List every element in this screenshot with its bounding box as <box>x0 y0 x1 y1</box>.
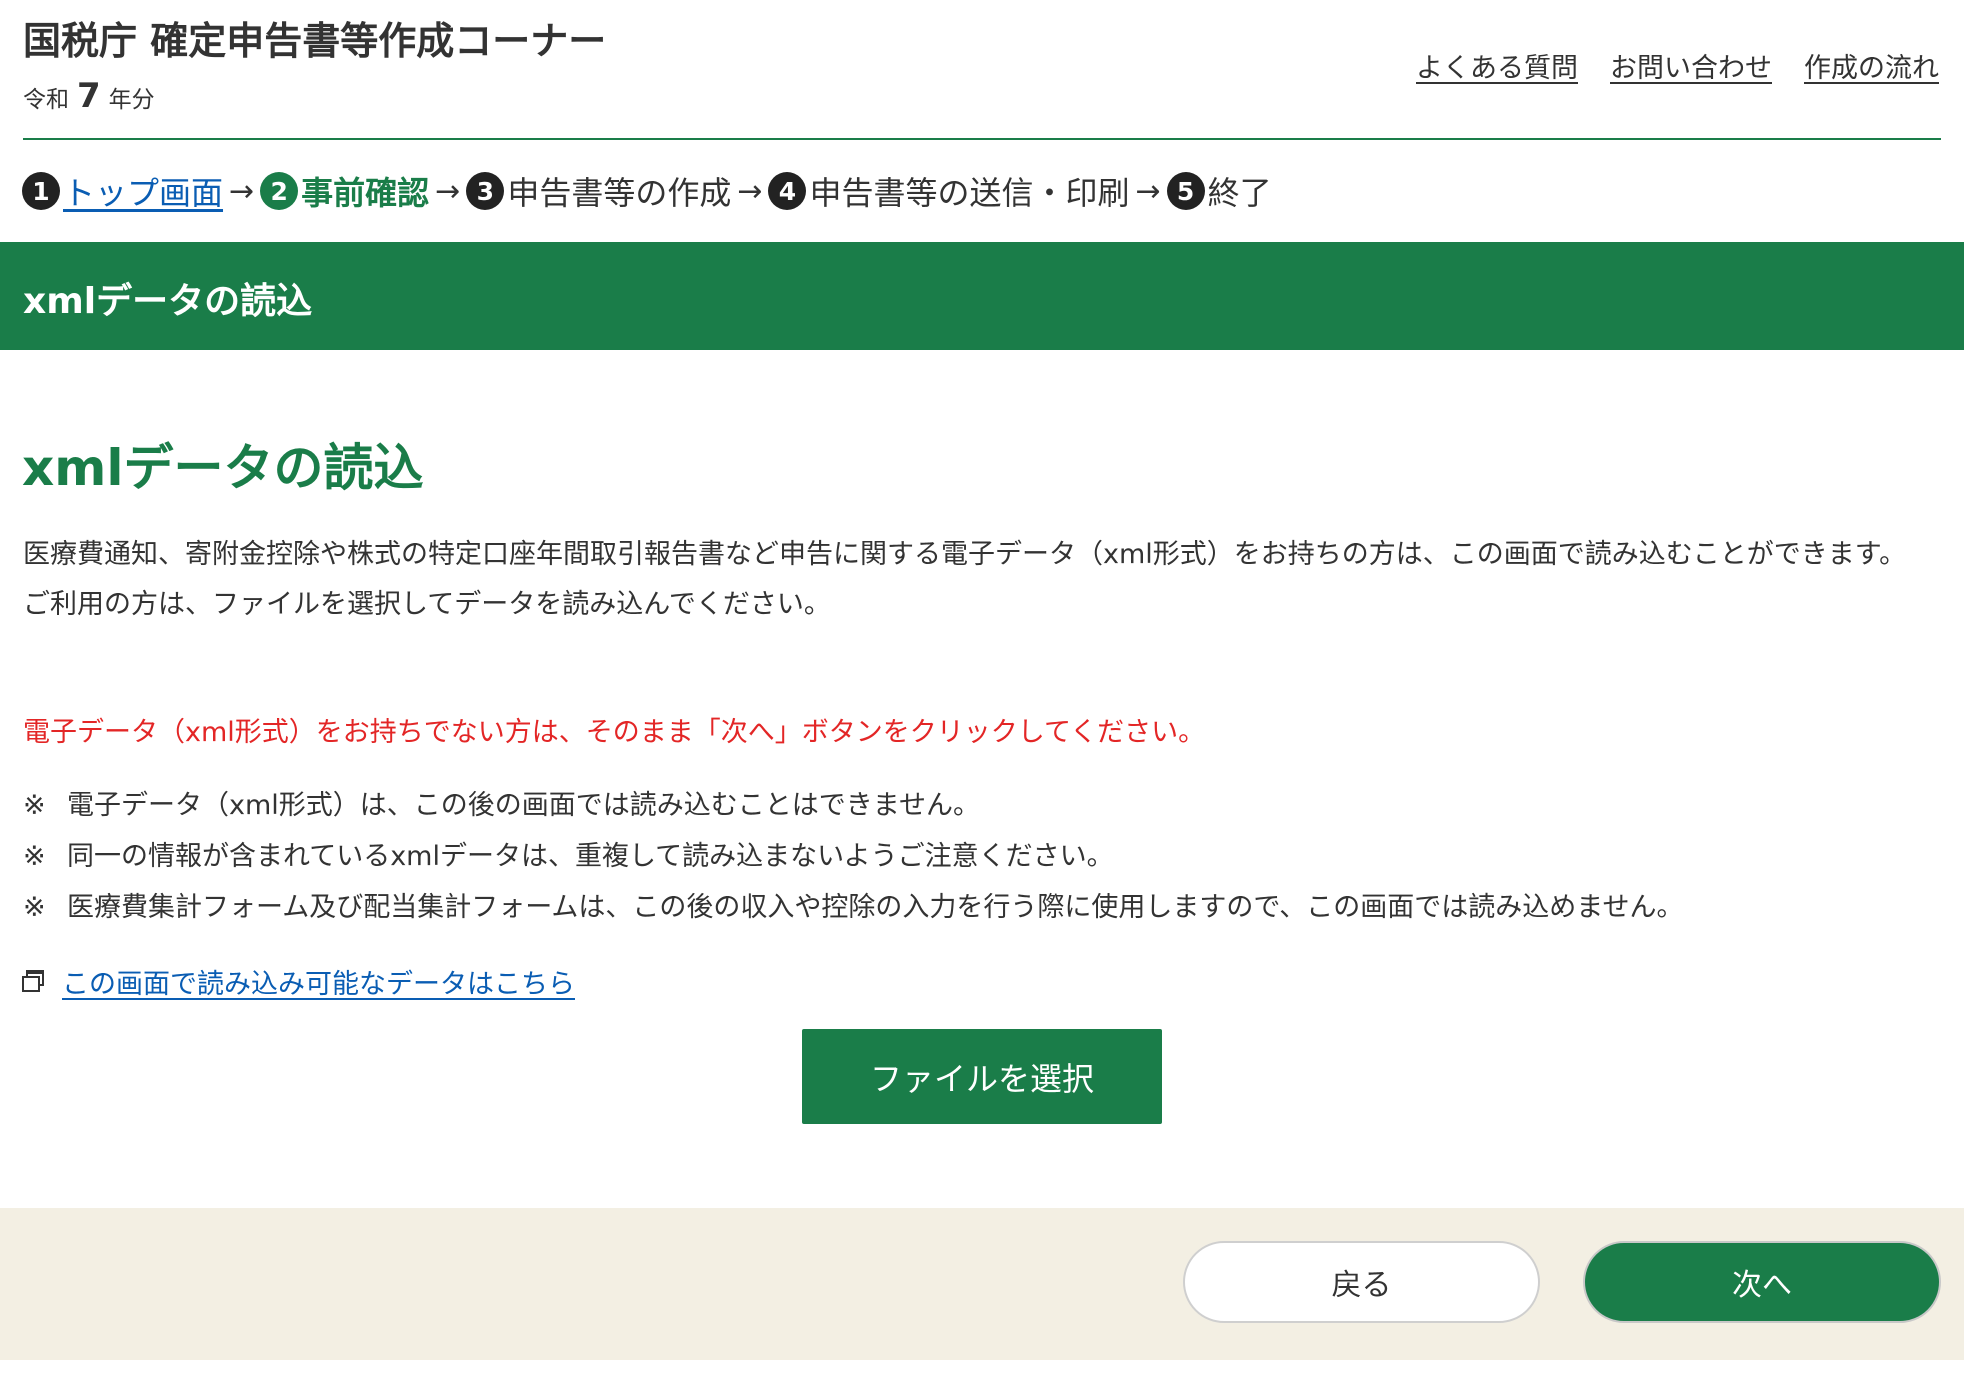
select-file-button[interactable]: ファイルを選択 <box>802 1029 1162 1124</box>
note-mark-icon: ※ <box>23 841 46 872</box>
step-label-create: 申告書等の作成 <box>507 174 732 212</box>
year-suffix: 年分 <box>108 87 155 113</box>
faq-link[interactable]: よくある質問 <box>1416 46 1578 85</box>
note-text: 電子データ（xml形式）は、この後の画面では読み込むことはできません。 <box>67 790 980 821</box>
step-number-1-icon: 1 <box>22 172 60 210</box>
intro-paragraph: ご利用の方は、ファイルを選択してデータを読み込んでください。 <box>23 589 831 620</box>
step-arrow-icon: → <box>435 173 461 209</box>
footer-nav: 戻る 次へ <box>0 1208 1964 1360</box>
era-label: 令和 <box>23 87 69 113</box>
note-text: 医療費集計フォーム及び配当集計フォームは、この後の収入や控除の入力を行う際に使用… <box>67 892 1684 923</box>
step-send-print: 4 申告書等の送信・印刷 <box>768 168 1129 214</box>
new-window-icon <box>22 969 46 994</box>
step-top[interactable]: 1 トップ画面 <box>22 168 223 214</box>
tax-year: 令和 7 年分 <box>23 76 155 116</box>
step-label-send-print: 申告書等の送信・印刷 <box>809 174 1130 212</box>
step-arrow-icon: → <box>229 173 255 209</box>
step-label-finish: 終了 <box>1207 174 1272 212</box>
step-number-5-icon: 5 <box>1166 172 1205 210</box>
no-data-warning: 電子データ（xml形式）をお持ちでない方は、そのまま「次へ」ボタンをクリックして… <box>23 717 1206 748</box>
site-title: 国税庁 確定申告書等作成コーナー <box>23 19 607 63</box>
step-number-2-icon: 2 <box>260 172 299 210</box>
note-item: ※ 電子データ（xml形式）は、この後の画面では読み込むことはできません。 <box>23 780 1684 831</box>
readable-data-link[interactable]: この画面で読み込み可能なデータはこちら <box>62 962 575 1001</box>
notes-list: ※ 電子データ（xml形式）は、この後の画面では読み込むことはできません。 ※ 同一… <box>23 780 1684 933</box>
note-item: ※ 医療費集計フォーム及び配当集計フォームは、この後の収入や控除の入力を行う際に使… <box>23 882 1684 933</box>
back-button[interactable]: 戻る <box>1183 1241 1540 1323</box>
header-links: よくある質問 お問い合わせ 作成の流れ <box>1416 46 1939 85</box>
step-label-top-link[interactable]: トップ画面 <box>63 168 223 214</box>
step-precheck: 2 事前確認 <box>260 168 429 214</box>
year-number: 7 <box>77 76 101 116</box>
site-header: 国税庁 確定申告書等作成コーナー 令和 7 年分 よくある質問 お問い合わせ 作成の… <box>23 0 1941 140</box>
next-button[interactable]: 次へ <box>1583 1241 1941 1323</box>
note-mark-icon: ※ <box>23 790 46 821</box>
banner-title: xmlデータの読込 <box>23 281 313 322</box>
step-number-4-icon: 4 <box>768 172 807 210</box>
step-arrow-icon: → <box>1135 173 1161 209</box>
note-text: 同一の情報が含まれているxmlデータは、重複して読み込まないようご注意ください。 <box>67 841 1114 872</box>
step-create: 3 申告書等の作成 <box>466 168 731 214</box>
page-heading: xmlデータの読込 <box>22 439 424 497</box>
contact-link[interactable]: お問い合わせ <box>1610 46 1772 85</box>
step-number-3-icon: 3 <box>466 172 505 210</box>
step-label-precheck: 事前確認 <box>301 174 430 212</box>
step-arrow-icon: → <box>737 173 763 209</box>
progress-steps: 1 トップ画面 → 2 事前確認 → 3 申告書等の作成 → 4 申告書等の送信… <box>22 168 1272 214</box>
note-mark-icon: ※ <box>23 892 46 923</box>
step-finish: 5 終了 <box>1166 168 1272 214</box>
intro-text: 医療費通知、寄附金控除や株式の特定口座年間取引報告書など申告に関する電子データ（… <box>23 530 1923 630</box>
intro-paragraph: 医療費通知、寄附金控除や株式の特定口座年間取引報告書など申告に関する電子データ（… <box>23 539 1907 570</box>
section-banner: xmlデータの読込 <box>0 242 1964 350</box>
note-item: ※ 同一の情報が含まれているxmlデータは、重複して読み込まないようご注意ください… <box>23 831 1684 882</box>
flow-link[interactable]: 作成の流れ <box>1804 46 1939 85</box>
readable-data-link-row: この画面で読み込み可能なデータはこちら <box>22 962 575 1001</box>
